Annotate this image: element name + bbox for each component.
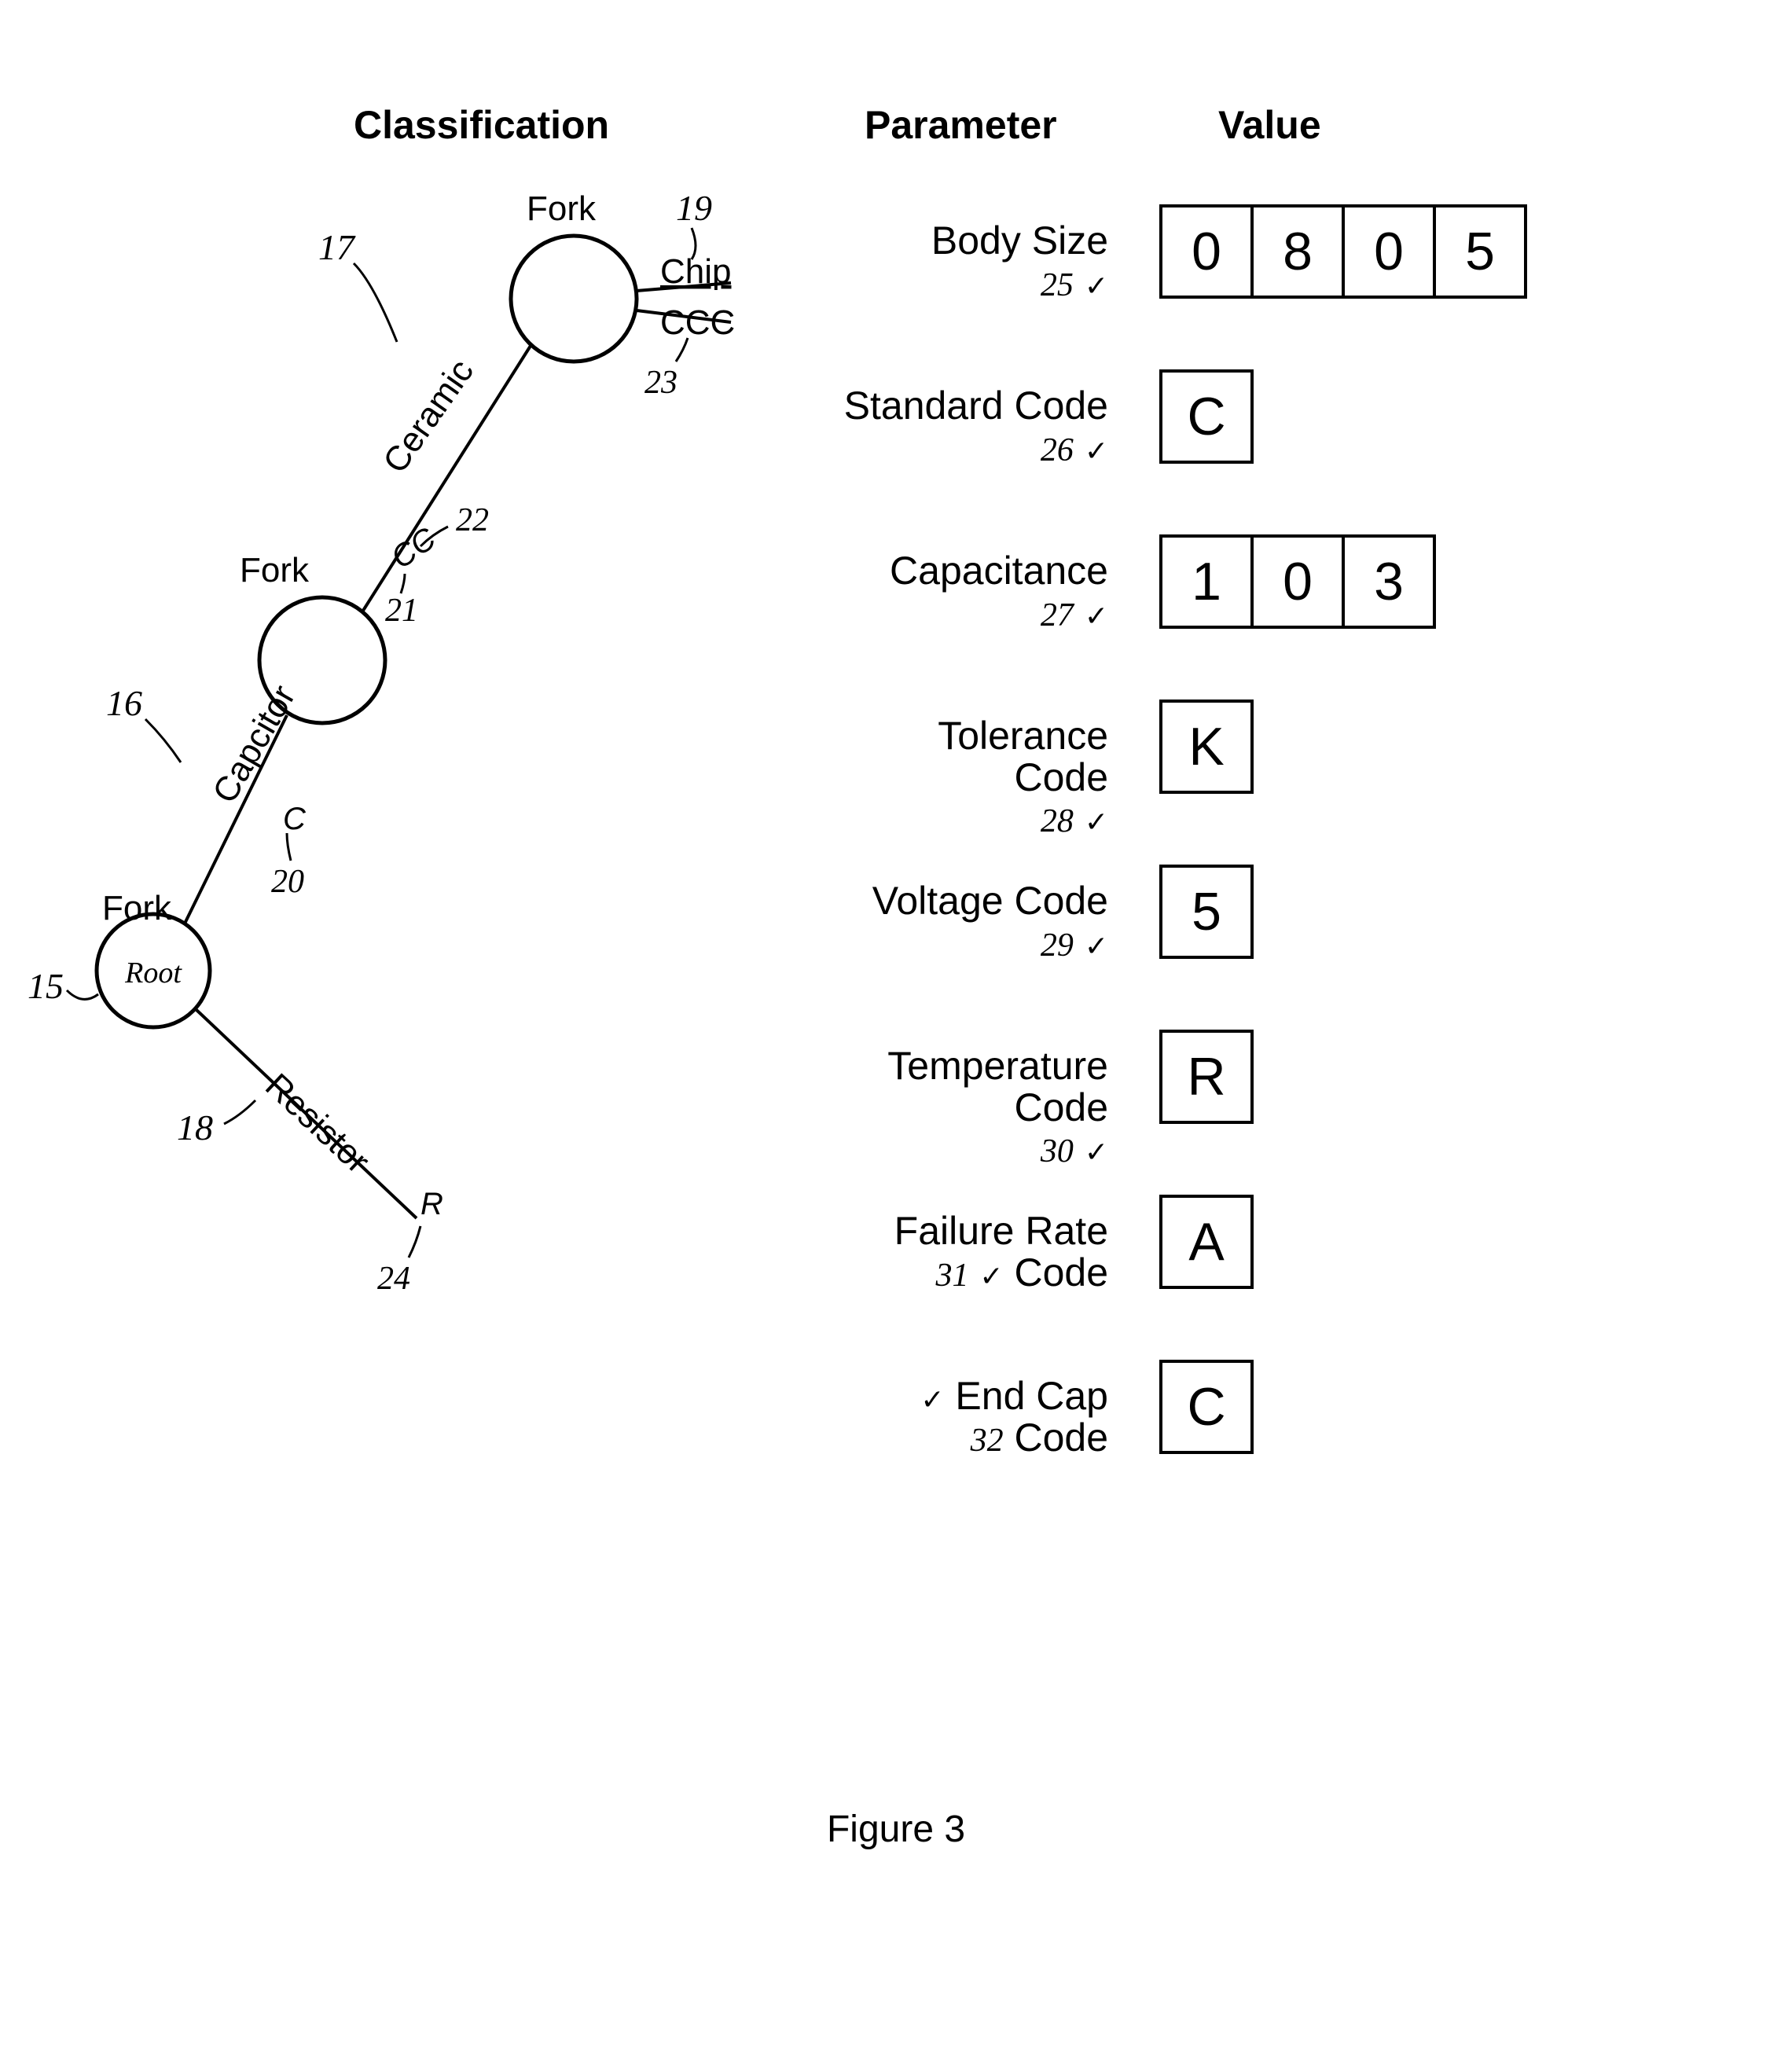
ref-20: 20: [271, 864, 304, 900]
ref-16: 16: [106, 683, 142, 723]
ref-18: 18: [177, 1107, 213, 1148]
value-temperature-code: R: [1159, 1030, 1524, 1124]
value-box: 0: [1159, 204, 1254, 299]
tick-icon: ✓: [1085, 806, 1108, 838]
param-label: Tolerance: [938, 714, 1108, 758]
edge-label-ceramic: Ceramic: [376, 352, 481, 479]
ref-21: 21: [385, 593, 418, 629]
ref-22: 22: [456, 502, 489, 538]
ref-23: 23: [644, 365, 678, 401]
param-label: Voltage Code: [872, 879, 1108, 923]
param-label: Temperature: [887, 1044, 1108, 1088]
value-voltage-code: 5: [1159, 865, 1524, 959]
classification-tree: Root Fork Fork Fork Capcitor Resistor Ce…: [8, 157, 715, 1415]
param-temperature-code: Temperature Code 30 ✓: [731, 1045, 1108, 1124]
fork-label-n3: Fork: [527, 189, 597, 228]
value-box: 0: [1342, 204, 1436, 299]
value-box: C: [1159, 1360, 1254, 1454]
fork-label-root: Fork: [102, 889, 172, 927]
leader-17: [354, 263, 397, 342]
leader-16: [145, 719, 181, 762]
value-box: A: [1159, 1195, 1254, 1289]
tick-icon: ✓: [979, 1261, 1003, 1292]
param-end-cap-code: ✓ End Cap 32 Code: [731, 1375, 1108, 1454]
value-tolerance-code: K: [1159, 700, 1524, 794]
param-tolerance-code: Tolerance Code 28 ✓: [731, 715, 1108, 794]
edge-label-resistor: Resistor: [258, 1066, 376, 1181]
value-capacitance: 1 0 3: [1159, 534, 1524, 629]
value-box: 5: [1433, 204, 1527, 299]
param-label: Body Size: [931, 218, 1108, 263]
value-box: 3: [1342, 534, 1436, 629]
leader-18: [224, 1100, 255, 1124]
leader-15: [67, 990, 98, 999]
param-label: Capacitance: [890, 549, 1108, 593]
node-ceramic: [511, 236, 637, 362]
value-body-size: 0 8 0 5: [1159, 204, 1524, 299]
value-box: K: [1159, 700, 1254, 794]
parameter-column: Body Size 25 ✓ Standard Code 26 ✓ Capaci…: [731, 220, 1108, 1540]
param-ref: 26: [1041, 432, 1074, 468]
value-box: C: [1159, 369, 1254, 464]
param-ref: 25: [1041, 267, 1074, 303]
param-capacitance: Capacitance 27 ✓: [731, 550, 1108, 629]
value-failure-rate-code: A: [1159, 1195, 1524, 1289]
leader-20: [287, 833, 291, 861]
param-label: Failure Rate: [894, 1209, 1108, 1253]
tick-icon: ✓: [1085, 1136, 1108, 1168]
param-voltage-code: Voltage Code 29 ✓: [731, 880, 1108, 959]
edge-label-capacitor: Capcitor: [205, 679, 303, 810]
param-label: End Cap: [955, 1374, 1108, 1418]
ref-24: 24: [377, 1261, 410, 1297]
param-failure-rate-code: Failure Rate 31 ✓ Code: [731, 1210, 1108, 1289]
value-box: R: [1159, 1030, 1254, 1124]
param-body-size: Body Size 25 ✓: [731, 220, 1108, 299]
leader-24: [409, 1226, 420, 1258]
header-classification: Classification: [354, 102, 609, 148]
tick-icon: ✓: [1085, 600, 1108, 632]
code-resistor: R: [420, 1187, 443, 1221]
tick-icon: ✓: [1085, 270, 1108, 302]
tick-icon: ✓: [1085, 435, 1108, 467]
tick-icon: ✓: [920, 1384, 944, 1416]
param-ref: 28: [1041, 803, 1074, 839]
root-label: Root: [124, 957, 182, 990]
param-label-2: Code: [1014, 1085, 1108, 1129]
figure-caption: Figure 3: [0, 1808, 1792, 1851]
figure-page: Classification Parameter Value Root Fork…: [0, 0, 1792, 2060]
leaf-chip: Chip: [660, 252, 732, 291]
value-box: 0: [1250, 534, 1345, 629]
param-ref: 30: [1041, 1133, 1074, 1170]
value-end-cap-code: C: [1159, 1360, 1524, 1454]
param-label-2: Code: [1014, 755, 1108, 799]
header-parameter: Parameter: [865, 102, 1057, 148]
param-label: Standard Code: [844, 384, 1108, 428]
value-box: 5: [1159, 865, 1254, 959]
ref-19: 19: [676, 188, 712, 228]
header-value: Value: [1218, 102, 1321, 148]
code-ceramic: CC: [385, 521, 442, 576]
param-label-2: Code: [1014, 1250, 1108, 1294]
param-ref: 27: [1041, 597, 1074, 633]
param-label-2: Code: [1014, 1416, 1108, 1460]
param-ref: 29: [1041, 927, 1074, 964]
fork-label-n2: Fork: [240, 551, 310, 589]
value-box: 8: [1250, 204, 1345, 299]
param-ref: 32: [971, 1423, 1004, 1459]
param-standard-code: Standard Code 26 ✓: [731, 385, 1108, 464]
value-standard-code: C: [1159, 369, 1524, 464]
ref-15: 15: [28, 966, 64, 1006]
value-column: 0 8 0 5 C 1 0 3 K 5 R A C: [1159, 204, 1524, 1525]
param-ref: 31: [935, 1258, 968, 1294]
leader-21: [401, 574, 405, 593]
code-capacitor: C: [283, 802, 307, 836]
ref-17: 17: [318, 227, 356, 267]
value-box: 1: [1159, 534, 1254, 629]
leaf-ccc: CCC: [660, 303, 735, 342]
tick-icon: ✓: [1085, 931, 1108, 962]
